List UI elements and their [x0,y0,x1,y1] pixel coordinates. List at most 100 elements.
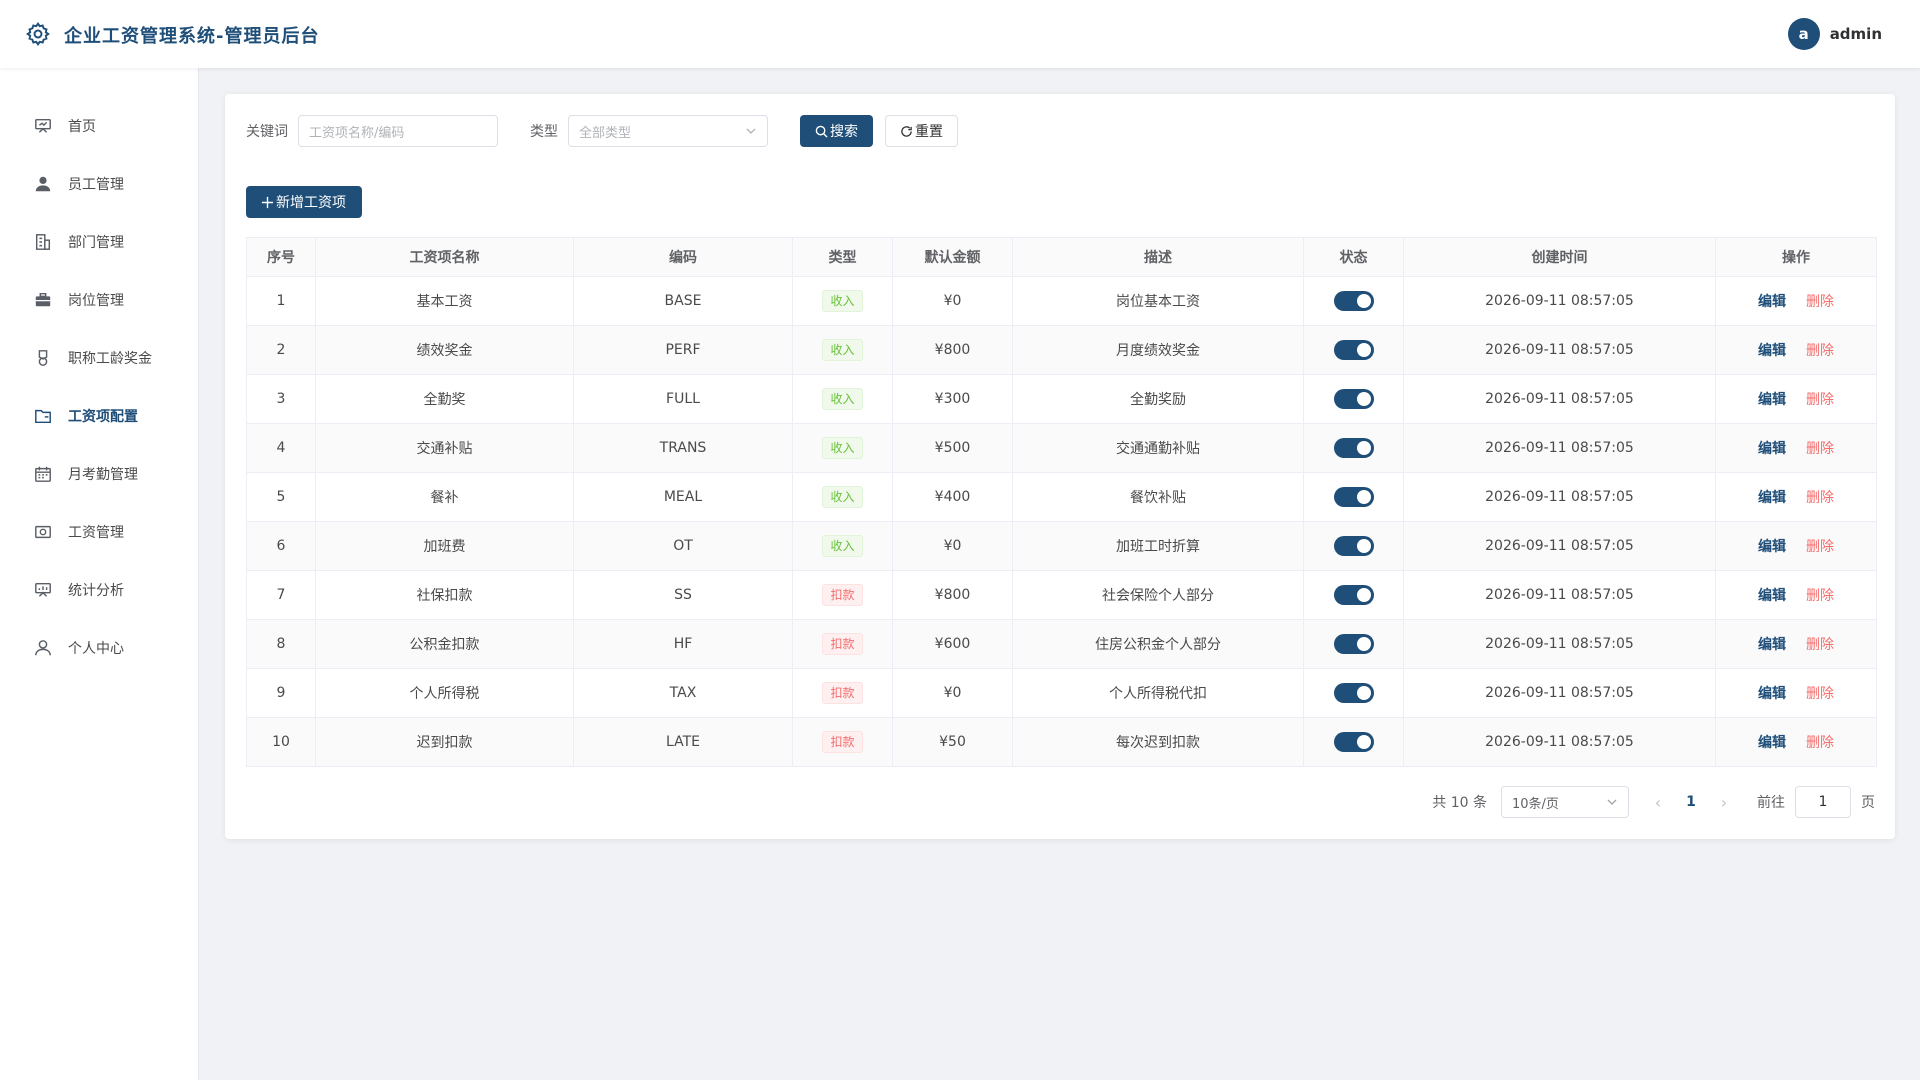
prev-page-icon[interactable]: ‹ [1643,793,1673,812]
goto-page-input[interactable]: 1 [1795,786,1851,818]
reset-button[interactable]: 重置 [885,115,958,147]
sidebar-item-employees[interactable]: 员工管理 [0,155,198,213]
add-salary-item-button[interactable]: 新增工资项 [246,186,362,218]
edit-button[interactable]: 编辑 [1758,490,1786,506]
cell-desc: 个人所得税代扣 [1012,668,1304,718]
sidebar-item-departments[interactable]: 部门管理 [0,213,198,271]
app-title: 企业工资管理系统-管理员后台 [64,26,320,47]
delete-button[interactable]: 删除 [1806,490,1834,506]
cell-type: 扣款 [792,570,893,620]
sidebar-item-salary-config[interactable]: 工资项配置 [0,387,198,445]
cell-type: 收入 [792,423,893,473]
edit-button[interactable]: 编辑 [1758,588,1786,604]
edit-button[interactable]: 编辑 [1758,735,1786,751]
top-header: 企业工资管理系统-管理员后台 a admin [0,0,1920,68]
cell-type: 收入 [792,472,893,522]
total-count: 共 10 条 [1432,795,1487,811]
keyword-label: 关键词 [246,124,288,140]
cell-created-time: 2026-09-11 08:57:05 [1403,570,1716,620]
briefcase-icon [35,292,51,307]
chart-icon [35,582,51,597]
delete-button[interactable]: 删除 [1806,735,1834,751]
sidebar-item-positions[interactable]: 岗位管理 [0,271,198,329]
sidebar-item-salary[interactable]: 工资管理 [0,503,198,561]
cell-desc: 住房公积金个人部分 [1012,619,1304,669]
delete-button[interactable]: 删除 [1806,294,1834,310]
sidebar-item-label: 个人中心 [68,641,124,657]
add-button-label: 新增工资项 [276,194,346,210]
delete-button[interactable]: 删除 [1806,686,1834,702]
sidebar-item-label: 工资管理 [68,525,124,541]
chevron-down-icon [1607,799,1617,805]
cell-amount: ¥400 [892,472,1013,522]
table-row: 10 迟到扣款 LATE 扣款 ¥50 每次迟到扣款 2026-09-11 08:57:05… [246,717,1877,767]
table-row: 1 基本工资 BASE 收入 ¥0 岗位基本工资 2026-09-11 08:57:05 编辑… [246,276,1877,326]
sidebar-item-label: 岗位管理 [68,293,124,309]
edit-button[interactable]: 编辑 [1758,392,1786,408]
delete-button[interactable]: 删除 [1806,343,1834,359]
cell-name: 基本工资 [315,276,574,326]
cell-no: 6 [246,521,316,571]
sidebar-item-statistics[interactable]: 统计分析 [0,561,198,619]
page-number-current[interactable]: 1 [1673,794,1709,810]
status-toggle[interactable] [1333,683,1374,703]
delete-button[interactable]: 删除 [1806,539,1834,555]
type-select[interactable]: 全部类型 [568,115,768,147]
table-row: 3 全勤奖 FULL 收入 ¥300 全勤奖励 2026-09-11 08:57:05 编辑 删… [246,374,1877,424]
search-button[interactable]: 搜索 [800,115,873,147]
edit-button[interactable]: 编辑 [1758,539,1786,555]
cell-created-time: 2026-09-11 08:57:05 [1403,472,1716,522]
username[interactable]: admin [1830,25,1882,43]
column-header: 默认金额 [892,237,1013,277]
status-toggle[interactable] [1333,340,1374,360]
column-header: 类型 [792,237,893,277]
cell-created-time: 2026-09-11 08:57:05 [1403,423,1716,473]
medal-icon [38,350,48,366]
table-row: 7 社保扣款 SS 扣款 ¥800 社会保险个人部分 2026-09-11 08:57:05… [246,570,1877,620]
type-label: 类型 [530,124,558,140]
page-size-select[interactable]: 10条/页 [1501,786,1629,818]
keyword-input[interactable]: 工资项名称/编码 [298,115,498,147]
edit-button[interactable]: 编辑 [1758,441,1786,457]
cell-status [1303,521,1404,571]
sidebar-item-profile[interactable]: 个人中心 [0,619,198,677]
cell-created-time: 2026-09-11 08:57:05 [1403,668,1716,718]
edit-button[interactable]: 编辑 [1758,343,1786,359]
edit-button[interactable]: 编辑 [1758,637,1786,653]
cell-code: TAX [573,668,793,718]
delete-button[interactable]: 删除 [1806,588,1834,604]
edit-button[interactable]: 编辑 [1758,686,1786,702]
cell-created-time: 2026-09-11 08:57:05 [1403,325,1716,375]
type-tag: 收入 [822,388,863,410]
edit-button[interactable]: 编辑 [1758,294,1786,310]
column-header: 编码 [573,237,793,277]
cell-amount: ¥0 [892,276,1013,326]
status-toggle[interactable] [1333,389,1374,409]
cell-desc: 餐饮补贴 [1012,472,1304,522]
status-toggle[interactable] [1333,291,1374,311]
status-toggle[interactable] [1333,438,1374,458]
status-toggle[interactable] [1333,634,1374,654]
avatar[interactable]: a [1787,18,1820,50]
status-toggle[interactable] [1333,487,1374,507]
type-tag: 收入 [822,486,863,508]
cell-type: 收入 [792,374,893,424]
sidebar-item-attendance[interactable]: 月考勤管理 [0,445,198,503]
status-toggle[interactable] [1333,732,1374,752]
delete-button[interactable]: 删除 [1806,392,1834,408]
sidebar-item-home[interactable]: 首页 [0,97,198,155]
cell-code: PERF [573,325,793,375]
user-menu[interactable]: a admin [1787,18,1882,50]
cell-code: FULL [573,374,793,424]
delete-button[interactable]: 删除 [1806,637,1834,653]
cell-code: BASE [573,276,793,326]
next-page-icon[interactable]: › [1709,793,1739,812]
main-card: 关键词 工资项名称/编码 类型 全部类型 搜索 重置 新增工资项 序号 工资项名称… [225,94,1895,839]
type-tag: 扣款 [822,633,863,655]
table-row: 9 个人所得税 TAX 扣款 ¥0 个人所得税代扣 2026-09-11 08:57:05 编… [246,668,1877,718]
cell-status [1303,325,1404,375]
delete-button[interactable]: 删除 [1806,441,1834,457]
status-toggle[interactable] [1333,585,1374,605]
status-toggle[interactable] [1333,536,1374,556]
sidebar-item-bonus[interactable]: 职称工龄奖金 [0,329,198,387]
